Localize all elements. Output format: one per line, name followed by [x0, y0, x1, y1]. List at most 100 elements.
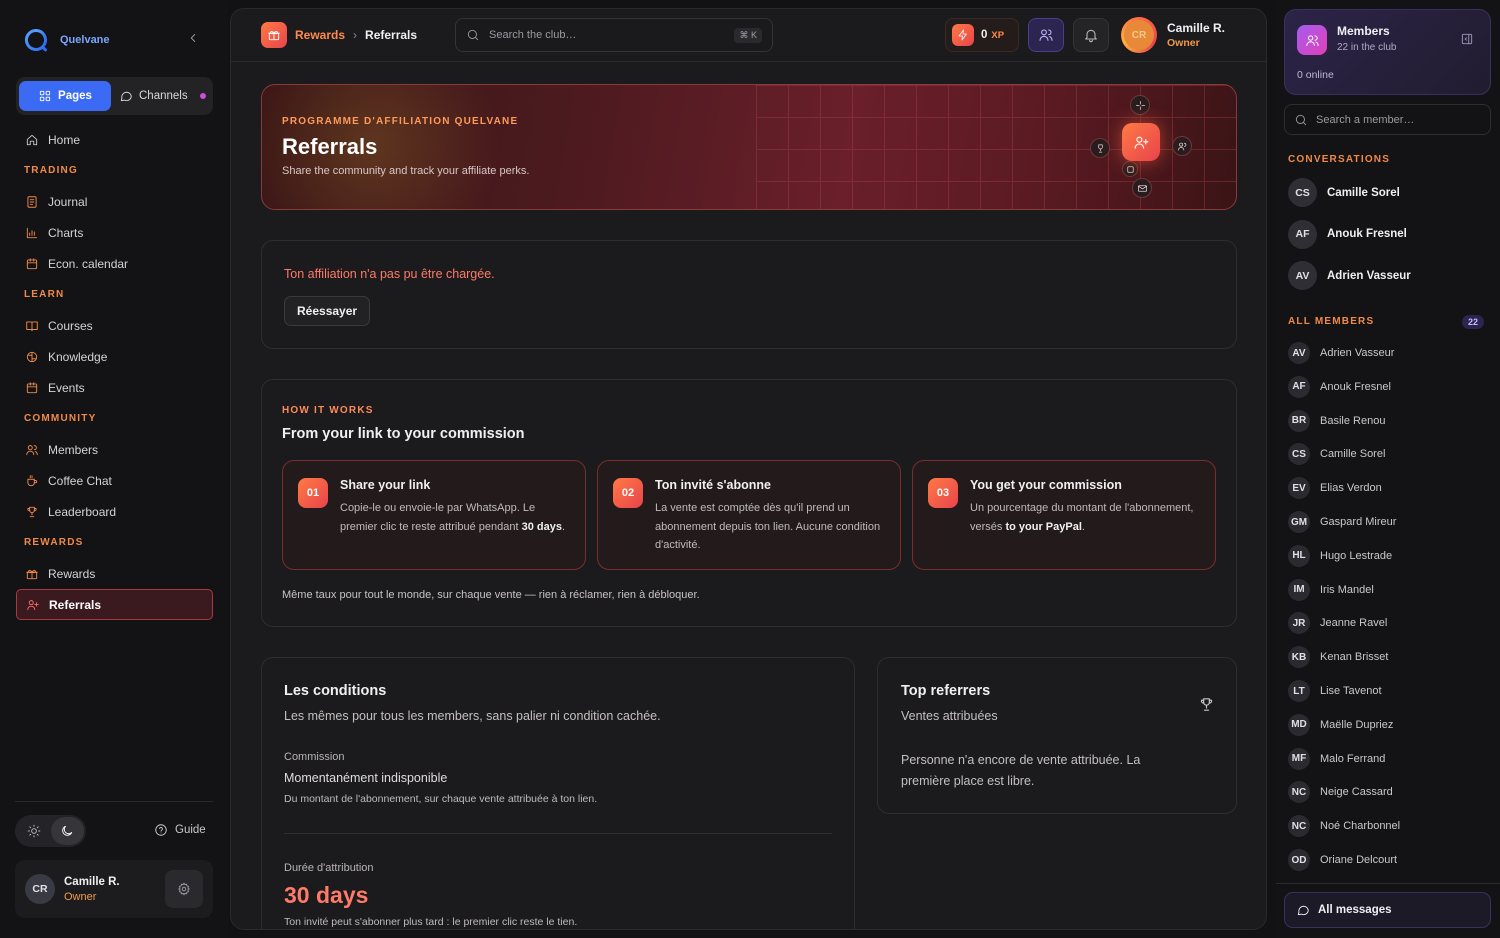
- xp-label: XP: [991, 29, 1005, 41]
- page-title: Referrals: [282, 134, 378, 159]
- member-item[interactable]: GM Gaspard Mireur: [1288, 511, 1396, 533]
- sidebar-item-leaderboard[interactable]: Leaderboard: [16, 496, 213, 527]
- gift-icon: [26, 569, 38, 579]
- member-item[interactable]: EV Elias Verdon: [1288, 477, 1382, 500]
- app-name: Quelvane: [60, 34, 110, 46]
- retry-button[interactable]: Réessayer: [284, 296, 371, 326]
- member-name: Jeanne Ravel: [1320, 617, 1388, 630]
- divider: [1276, 883, 1500, 884]
- conversation-item[interactable]: CS Camille Sorel: [1288, 178, 1400, 207]
- member-name: Kenan Brisset: [1320, 651, 1389, 664]
- step-description: Un pourcentage du montant de l'abonnemen…: [970, 499, 1202, 536]
- avatar: HL: [1288, 544, 1310, 567]
- step-title: Share your link: [340, 478, 431, 492]
- divider: [284, 833, 832, 834]
- help-circle-icon: [155, 824, 167, 836]
- all-messages-label: All messages: [1318, 904, 1392, 916]
- pages-channels-toggle: Pages Channels: [16, 77, 213, 115]
- guide-button[interactable]: Guide: [154, 823, 206, 837]
- sidebar-item-coffee-chat[interactable]: Coffee Chat: [16, 465, 213, 496]
- member-item[interactable]: LT Lise Tavenot: [1288, 680, 1382, 702]
- member-item[interactable]: BR Basile Renou: [1288, 409, 1385, 432]
- chevron-left-icon[interactable]: [186, 31, 200, 45]
- sidebar-item-label: Rewards: [48, 566, 96, 581]
- avatar: CS: [1288, 178, 1317, 207]
- light-theme-button[interactable]: [17, 817, 51, 845]
- user-card[interactable]: CR Camille R. Owner: [15, 860, 213, 918]
- sidebar-item-charts[interactable]: Charts: [16, 217, 213, 248]
- search-input[interactable]: Search the club… ⌘ K: [455, 18, 773, 52]
- member-name: Maëlle Dupriez: [1320, 718, 1394, 731]
- step-card: 02 Ton invité s'abonne La vente est comp…: [597, 460, 901, 570]
- tab-channels[interactable]: Channels: [115, 89, 206, 103]
- collapse-panel-icon[interactable]: [1460, 32, 1474, 46]
- xp-value: 0: [981, 29, 988, 41]
- sidebar-item-referrals[interactable]: Referrals: [16, 589, 213, 620]
- all-members-heading: ALL MEMBERS: [1288, 316, 1375, 327]
- theme-toggle: [15, 815, 86, 847]
- member-item[interactable]: JR Jeanne Ravel: [1288, 612, 1388, 635]
- notifications-button[interactable]: [1073, 18, 1109, 52]
- avatar: MF: [1288, 747, 1310, 770]
- breadcrumb-chevron-icon: ›: [353, 28, 358, 42]
- avatar: NC: [1288, 781, 1310, 804]
- logo[interactable]: Quelvane: [24, 28, 110, 52]
- sidebar-item-courses[interactable]: Courses: [16, 310, 213, 341]
- avatar: AF: [1288, 375, 1310, 398]
- member-item[interactable]: OD Oriane Delcourt: [1288, 849, 1397, 871]
- sidebar-item-rewards[interactable]: Rewards: [16, 558, 213, 589]
- step-desc-bold: to your PayPal: [1005, 520, 1082, 533]
- how-it-works-card: HOW IT WORKS From your link to your comm…: [261, 379, 1237, 627]
- sidebar-item-knowledge[interactable]: Knowledge: [16, 341, 213, 372]
- breadcrumb-referrals: Referrals: [365, 28, 418, 42]
- conditions-card: Les conditions Les mêmes pour tous les m…: [261, 657, 855, 929]
- step-number: 03: [928, 478, 958, 508]
- step-number: 02: [613, 478, 643, 508]
- avatar: EV: [1288, 477, 1310, 500]
- member-item[interactable]: AV Adrien Vasseur: [1288, 342, 1394, 364]
- avatar: NC: [1288, 815, 1310, 838]
- member-item[interactable]: KB Kenan Brisset: [1288, 646, 1389, 669]
- avatar-initials: CR: [1124, 20, 1154, 50]
- sidebar-item-label: Referrals: [49, 597, 102, 612]
- members-panel-button[interactable]: [1028, 18, 1064, 52]
- member-item[interactable]: HL Hugo Lestrade: [1288, 544, 1392, 567]
- users-icon: [1039, 29, 1053, 41]
- conversation-item[interactable]: AV Adrien Vasseur: [1288, 261, 1411, 290]
- member-item[interactable]: CS Camille Sorel: [1288, 443, 1385, 466]
- member-item[interactable]: NC Noé Charbonnel: [1288, 815, 1400, 838]
- sidebar-item-journal[interactable]: Journal: [16, 186, 213, 217]
- settings-button[interactable]: [165, 870, 203, 908]
- step-card: 03 You get your commission Un pourcentag…: [912, 460, 1216, 570]
- step-description: Copie-le ou envoie-le par WhatsApp. Le p…: [340, 499, 572, 536]
- user-menu[interactable]: CR Camille R. Owner: [1121, 17, 1225, 53]
- sidebar-item-label: Home: [48, 132, 81, 147]
- sidebar-item-events[interactable]: Events: [16, 372, 213, 403]
- xp-badge[interactable]: 0 XP: [945, 18, 1019, 52]
- sidebar-item-econ-calendar[interactable]: Econ. calendar: [16, 248, 213, 279]
- member-item[interactable]: MF Malo Ferrand: [1288, 747, 1385, 770]
- member-item[interactable]: AF Anouk Fresnel: [1288, 375, 1391, 398]
- all-messages-button[interactable]: All messages: [1284, 892, 1491, 928]
- grid-icon: [39, 90, 51, 102]
- member-item[interactable]: MD Maëlle Dupriez: [1288, 713, 1394, 736]
- breadcrumb-rewards[interactable]: Rewards: [295, 28, 345, 42]
- sidebar-item-home[interactable]: Home: [16, 124, 213, 155]
- users-icon: [1305, 34, 1319, 46]
- member-search-placeholder: Search a member…: [1316, 113, 1415, 126]
- step-desc-bold: 30 days: [521, 520, 562, 533]
- member-item[interactable]: IM Iris Mandel: [1288, 578, 1374, 601]
- tab-pages[interactable]: Pages: [19, 81, 111, 111]
- top-referrers-empty: Personne n'a encore de vente attribuée. …: [901, 753, 1141, 788]
- member-item[interactable]: NC Neige Cassard: [1288, 781, 1393, 804]
- members-title: Members: [1337, 24, 1390, 38]
- member-search-input[interactable]: Search a member…: [1284, 104, 1491, 135]
- topbar: Rewards › Referrals Search the club… ⌘ K…: [231, 9, 1266, 62]
- step-card: 01 Share your link Copie-le ou envoie-le…: [282, 460, 586, 570]
- conditions-title: Les conditions: [284, 683, 387, 699]
- dark-theme-button[interactable]: [50, 817, 84, 845]
- sidebar-item-label: Courses: [48, 318, 93, 333]
- sidebar-item-members[interactable]: Members: [16, 434, 213, 465]
- chat-bubble-icon: [1297, 905, 1309, 916]
- conversation-item[interactable]: AF Anouk Fresnel: [1288, 219, 1407, 249]
